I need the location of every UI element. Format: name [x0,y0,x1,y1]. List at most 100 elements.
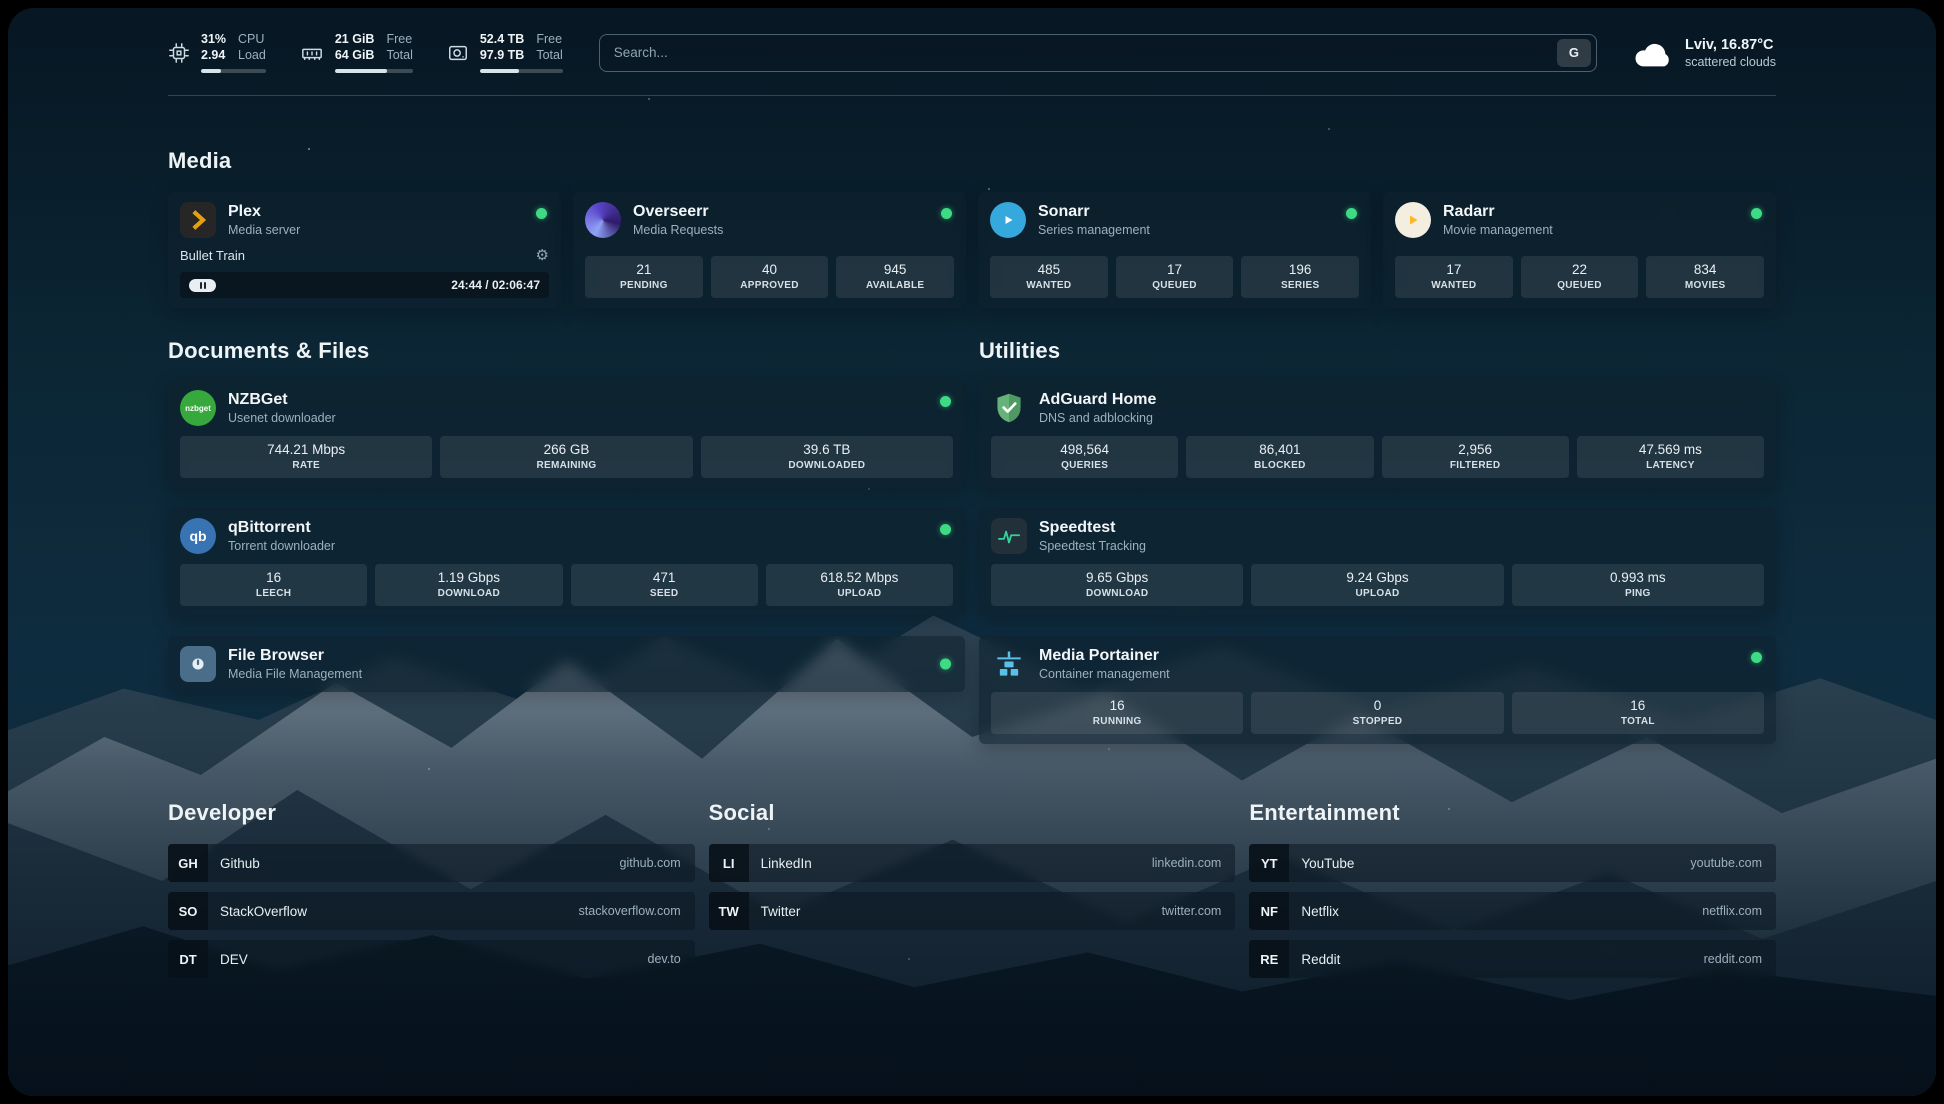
bookmark-abbr: RE [1249,940,1289,978]
plex-now-playing: Bullet Train [180,248,245,263]
memory-free-value: 21 GiB [335,32,375,47]
bookmark-abbr: YT [1249,844,1289,882]
card-overseerr[interactable]: Overseerr Media Requests 21 PENDING 40 A… [573,192,966,308]
portainer-title: Media Portainer [1039,646,1170,666]
disk-free-label: Free [536,32,562,47]
stat-running: 16 RUNNING [991,692,1243,734]
topbar-divider [168,95,1776,96]
bookmark-abbr: SO [168,892,208,930]
speedtest-subtitle: Speedtest Tracking [1039,538,1146,554]
cloud-icon [1633,38,1673,68]
card-filebrowser[interactable]: File Browser Media File Management [168,636,965,692]
bookmarks-social: Social LI LinkedIn linkedin.com TW Twitt… [709,800,1236,978]
entertainment-section-title: Entertainment [1249,800,1776,826]
documents-section-title: Documents & Files [168,338,965,364]
search-input[interactable] [614,45,1557,60]
bookmark-linkedin[interactable]: LI LinkedIn linkedin.com [709,844,1236,882]
bookmark-abbr: DT [168,940,208,978]
developer-section-title: Developer [168,800,695,826]
overseerr-title: Overseerr [633,202,723,222]
bookmark-dev[interactable]: DT DEV dev.to [168,940,695,978]
status-indicator [941,208,952,219]
disk-icon [447,42,469,64]
sonarr-subtitle: Series management [1038,222,1150,238]
weather-location: Lviv, 16.87°C [1685,36,1776,54]
filebrowser-title: File Browser [228,646,362,666]
stat-seed: 471 SEED [571,564,758,606]
stat-wanted: 485 WANTED [990,256,1108,298]
bookmark-abbr: NF [1249,892,1289,930]
cpu-widget: 31% CPU 2.94 Load [168,32,266,73]
cpu-usage-value: 31% [201,32,226,47]
disk-free-value: 52.4 TB [480,32,524,47]
card-qbittorrent[interactable]: qb qBittorrent Torrent downloader 16 LEE… [168,508,965,616]
stat-downloaded: 39.6 TB DOWNLOADED [701,436,953,478]
qbittorrent-icon: qb [180,518,216,554]
cpu-load-value: 2.94 [201,48,226,63]
stat-upload: 618.52 Mbps UPLOAD [766,564,953,606]
bookmarks-entertainment: Entertainment YT YouTube youtube.com NF … [1249,800,1776,978]
stat-latency: 47.569 ms LATENCY [1577,436,1764,478]
radarr-subtitle: Movie management [1443,222,1553,238]
bookmark-youtube[interactable]: YT YouTube youtube.com [1249,844,1776,882]
bookmark-abbr: GH [168,844,208,882]
dashboard: 31% CPU 2.94 Load [8,8,1936,1096]
plex-playback-time: 24:44 / 02:06:47 [451,278,540,292]
card-radarr[interactable]: Radarr Movie management 17 WANTED 22 QUE… [1383,192,1776,308]
plex-subtitle: Media server [228,222,300,238]
bookmark-twitter[interactable]: TW Twitter twitter.com [709,892,1236,930]
stat-available: 945 AVAILABLE [836,256,954,298]
speedtest-icon [991,518,1027,554]
bookmark-abbr: LI [709,844,749,882]
memory-total-value: 64 GiB [335,48,375,63]
stat-leech: 16 LEECH [180,564,367,606]
stat-filtered: 2,956 FILTERED [1382,436,1569,478]
bookmark-stackoverflow[interactable]: SO StackOverflow stackoverflow.com [168,892,695,930]
plex-title: Plex [228,202,300,222]
status-indicator [1346,208,1357,219]
search-engine-button[interactable]: G [1557,39,1591,67]
overseerr-subtitle: Media Requests [633,222,723,238]
sonarr-icon [990,202,1026,238]
memory-free-label: Free [386,32,412,47]
stat-wanted: 17 WANTED [1395,256,1513,298]
cpu-progress-bar [201,69,266,73]
qbittorrent-title: qBittorrent [228,518,335,538]
gear-icon[interactable]: ⚙ [536,246,549,264]
card-plex[interactable]: Plex Media server Bullet Train ⚙ 24:44 /… [168,192,561,308]
stat-pending: 21 PENDING [585,256,703,298]
filebrowser-icon [180,646,216,682]
bookmark-github[interactable]: GH Github github.com [168,844,695,882]
bookmark-reddit[interactable]: RE Reddit reddit.com [1249,940,1776,978]
sonarr-title: Sonarr [1038,202,1150,222]
stat-rate: 744.21 Mbps RATE [180,436,432,478]
status-indicator [1751,208,1762,219]
pause-button[interactable] [189,279,216,292]
disk-progress-bar [480,69,563,73]
memory-widget: 21 GiB Free 64 GiB Total [300,32,413,73]
stat-approved: 40 APPROVED [711,256,829,298]
weather-condition: scattered clouds [1685,54,1776,70]
card-sonarr[interactable]: Sonarr Series management 485 WANTED 17 Q… [978,192,1371,308]
memory-icon [300,42,324,64]
stat-stopped: 0 STOPPED [1251,692,1503,734]
bookmark-netflix[interactable]: NF Netflix netflix.com [1249,892,1776,930]
utilities-section-title: Utilities [979,338,1776,364]
system-metrics: 31% CPU 2.94 Load [168,32,563,73]
card-portainer[interactable]: Media Portainer Container management 16 … [979,636,1776,744]
disk-total-value: 97.9 TB [480,48,524,63]
cpu-icon [168,42,190,64]
status-indicator [1751,652,1762,663]
overseerr-icon [585,202,621,238]
card-speedtest[interactable]: Speedtest Speedtest Tracking 9.65 Gbps D… [979,508,1776,616]
search-bar: G [599,34,1597,72]
disk-widget: 52.4 TB Free 97.9 TB Total [447,32,563,73]
card-adguard[interactable]: AdGuard Home DNS and adblocking 498,564 … [979,380,1776,488]
adguard-subtitle: DNS and adblocking [1039,410,1156,426]
card-nzbget[interactable]: nzbget NZBGet Usenet downloader 744.21 M… [168,380,965,488]
plex-player-bar: 24:44 / 02:06:47 [180,272,549,298]
section-documents: Documents & Files nzbget NZBGet Usenet d… [168,338,965,744]
filebrowser-subtitle: Media File Management [228,666,362,682]
cpu-load-label: Load [238,48,266,63]
adguard-title: AdGuard Home [1039,390,1156,410]
